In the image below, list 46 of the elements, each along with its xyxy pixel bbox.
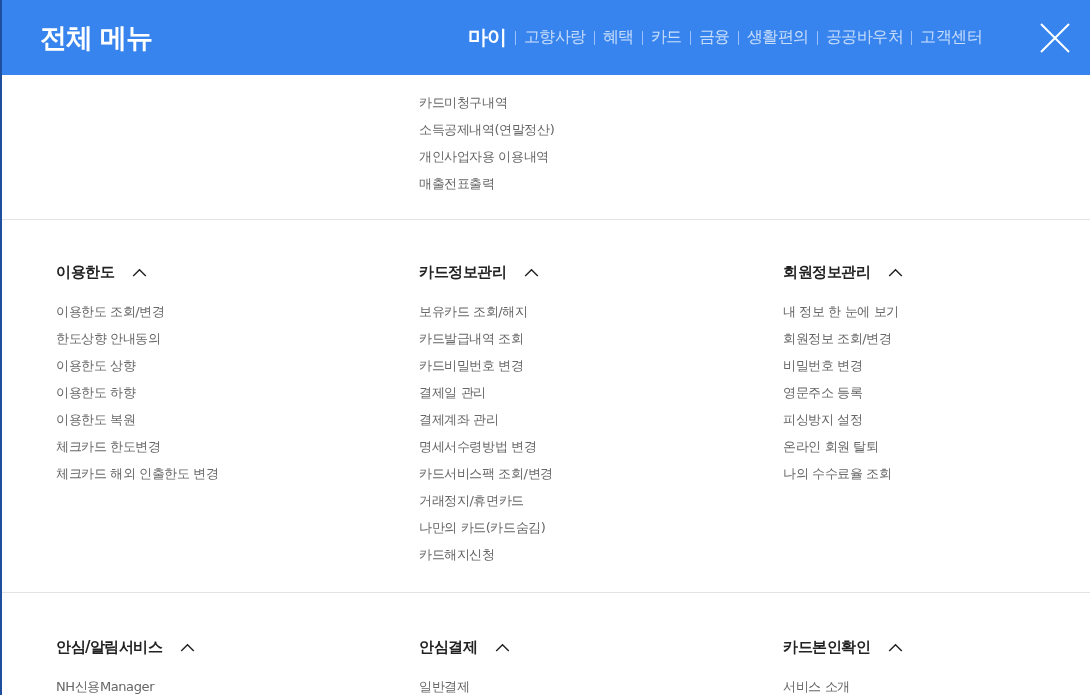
menu-link[interactable]: 피싱방지 설정: [783, 410, 863, 429]
group-heading: 안심결제: [419, 637, 477, 657]
menu-link[interactable]: 비밀번호 변경: [783, 356, 863, 375]
chevron-up-icon[interactable]: [495, 642, 510, 652]
menu-link[interactable]: 영문주소 등록: [783, 383, 863, 402]
menu-link[interactable]: 보유카드 조회/해지: [419, 302, 528, 321]
menu-link[interactable]: NH신용Manager: [56, 677, 155, 695]
menu-title: 전체 메뉴: [40, 20, 153, 55]
menu-link[interactable]: 체크카드 해외 인출한도 변경: [56, 464, 219, 483]
group-heading: 회원정보관리: [783, 262, 870, 282]
menu-link[interactable]: 소득공제내역(연말정산): [419, 120, 555, 139]
menu-link[interactable]: 한도상향 안내동의: [56, 329, 161, 348]
menu-link[interactable]: 서비스 소개: [783, 677, 850, 695]
chevron-up-icon[interactable]: [888, 642, 903, 652]
menu-link[interactable]: 나만의 카드(카드숨김): [419, 518, 546, 537]
chevron-up-icon[interactable]: [132, 267, 147, 277]
menu-link[interactable]: 이용한도 조회/변경: [56, 302, 165, 321]
menu-link[interactable]: 카드비밀번호 변경: [419, 356, 524, 375]
menu-link[interactable]: 이용한도 하향: [56, 383, 136, 402]
menu-link[interactable]: 체크카드 한도변경: [56, 437, 161, 456]
group-heading: 안심/알림서비스: [56, 637, 163, 657]
menu-link[interactable]: 회원정보 조회/변경: [783, 329, 892, 348]
menu-link[interactable]: 카드서비스팩 조회/변경: [419, 464, 553, 483]
menu-link[interactable]: 일반결제: [419, 677, 470, 695]
menu-link[interactable]: 이용한도 복원: [56, 410, 136, 429]
group-heading: 카드정보관리: [419, 262, 506, 282]
menu-link[interactable]: 개인사업자용 이용내역: [419, 147, 549, 166]
menu-link[interactable]: 온라인 회원 탈퇴: [783, 437, 879, 456]
menu-link[interactable]: 거래정지/휴면카드: [419, 491, 524, 510]
menu-link[interactable]: 매출전표출력: [419, 174, 495, 193]
group-heading: 카드본인확인: [783, 637, 870, 657]
menu-link[interactable]: 카드미청구내역: [419, 93, 508, 112]
close-icon[interactable]: [1040, 22, 1070, 53]
menu-link[interactable]: 결제일 관리: [419, 383, 486, 402]
menu-link[interactable]: 나의 수수료율 조회: [783, 464, 892, 483]
chevron-up-icon[interactable]: [524, 267, 539, 277]
chevron-up-icon[interactable]: [180, 642, 196, 652]
menu-link[interactable]: 결제계좌 관리: [419, 410, 499, 429]
menu-link[interactable]: 이용한도 상향: [56, 356, 136, 375]
nav-tab[interactable]: 마이: [467, 24, 507, 51]
menu-link[interactable]: 명세서수령방법 변경: [419, 437, 537, 456]
menu-link[interactable]: 내 정보 한 눈에 보기: [783, 302, 899, 321]
chevron-up-icon[interactable]: [888, 267, 903, 277]
menu-link[interactable]: 카드해지신청: [419, 545, 495, 564]
group-heading: 이용한도: [56, 262, 114, 282]
menu-link[interactable]: 카드발급내역 조회: [419, 329, 524, 348]
